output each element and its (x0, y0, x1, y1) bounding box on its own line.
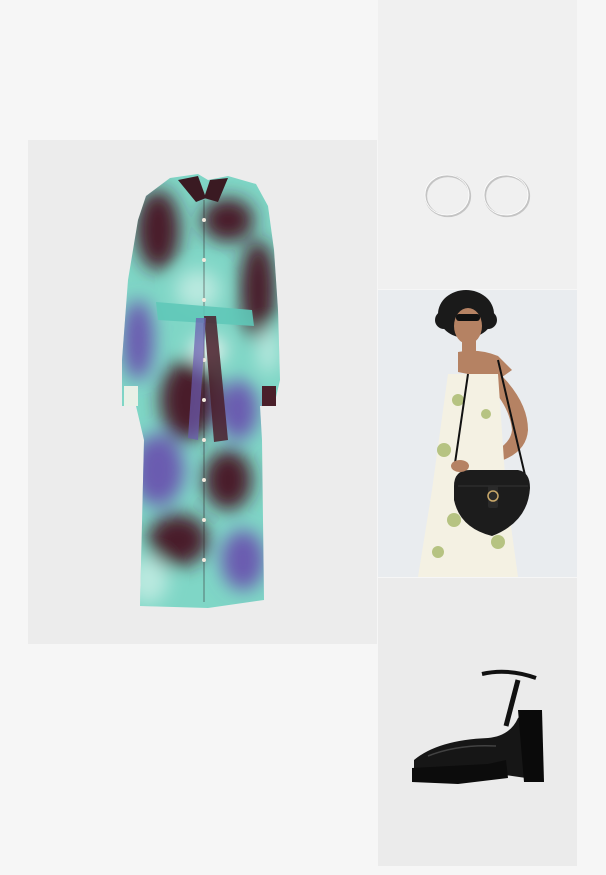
product-tile-shoes[interactable] (378, 578, 577, 866)
platform-heels-image (378, 578, 577, 866)
product-tile-dress[interactable] (28, 140, 377, 644)
shirt-dress-image (28, 140, 377, 644)
outfit-board (0, 0, 606, 875)
product-tile-earrings[interactable] (378, 0, 577, 289)
product-tile-bag[interactable] (378, 290, 577, 577)
crossbody-bag-image (378, 290, 577, 577)
hoop-earrings-image (378, 0, 577, 289)
